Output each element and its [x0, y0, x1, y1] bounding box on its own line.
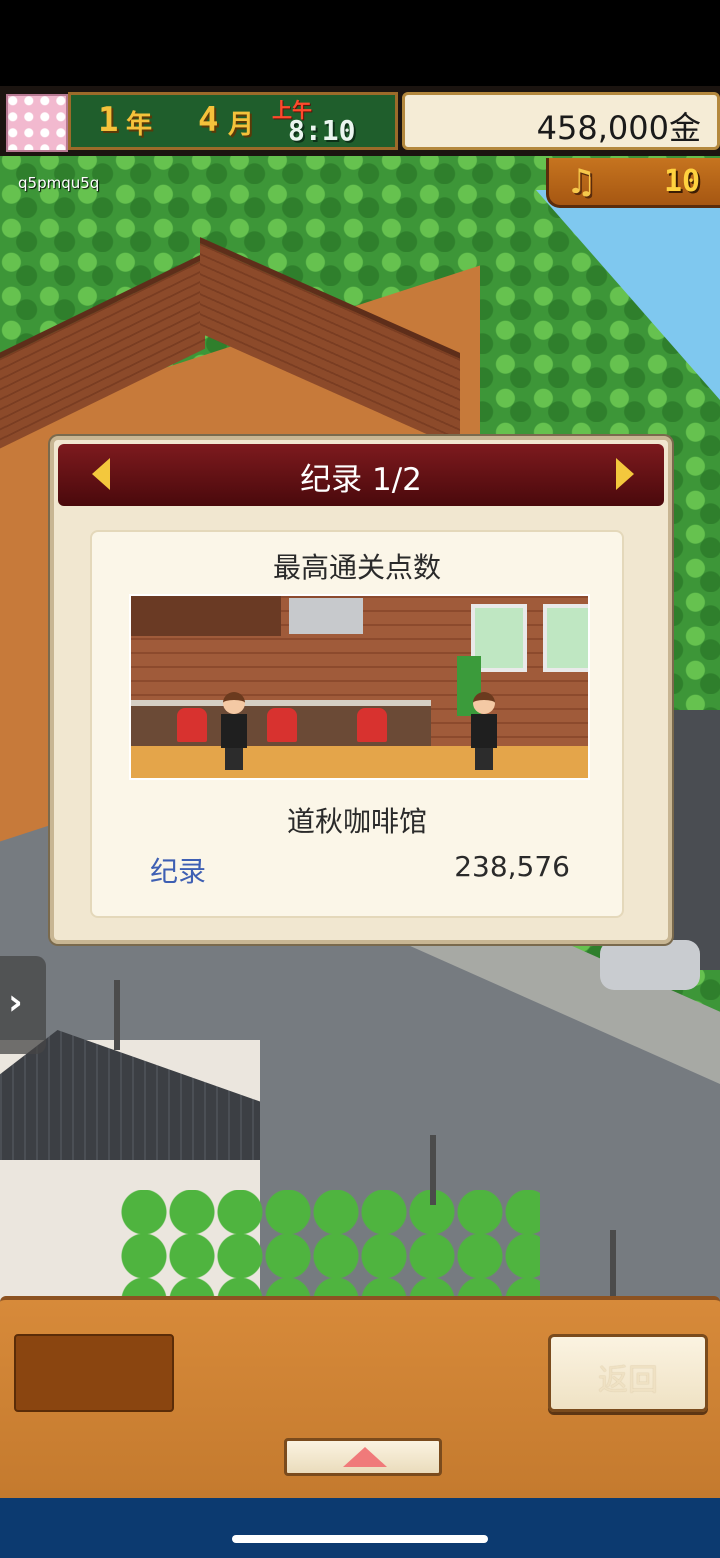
year-number: 1	[98, 100, 119, 140]
back-button-label: 返回	[598, 1363, 658, 1398]
avatar[interactable]	[6, 94, 68, 152]
floor	[131, 746, 588, 778]
stool	[267, 708, 297, 742]
month-unit: 月	[228, 110, 255, 140]
expand-button[interactable]	[284, 1438, 442, 1476]
clock: 8:10	[288, 114, 356, 147]
staff-character	[217, 692, 251, 770]
cafe-scene-image	[129, 594, 590, 780]
customer-character	[467, 692, 501, 770]
year-unit: 年	[126, 110, 153, 140]
back-button[interactable]: 返回	[548, 1334, 708, 1412]
music-note-icon: ♫	[566, 162, 597, 202]
money-value: 458,000金	[536, 109, 701, 147]
street-lamp	[114, 980, 120, 1050]
shelf	[131, 596, 281, 636]
music-count: 10	[664, 164, 701, 199]
game-screen: 1 年 4 月 上午 8:10 458,000金 ♫ 10 q5pmqu5q 纪…	[0, 0, 720, 1558]
arrow-left-icon[interactable]	[92, 458, 110, 490]
dialog-title: 纪录 1/2	[300, 462, 422, 498]
stool	[357, 708, 387, 742]
record-label: 纪录	[150, 855, 207, 888]
window	[543, 604, 588, 672]
street-lamp	[610, 1230, 616, 1300]
month-number: 4	[198, 100, 219, 140]
system-nav-bar	[0, 1498, 720, 1558]
tree-row	[120, 1190, 540, 1310]
chevron-right-icon: ›	[8, 982, 23, 1023]
stool	[177, 708, 207, 742]
cafe-name: 道秋咖啡馆	[286, 805, 427, 838]
user-id: q5pmqu5q	[18, 174, 100, 192]
vent	[289, 598, 363, 634]
record-value: 238,576	[454, 850, 570, 883]
arrow-right-icon[interactable]	[616, 458, 634, 490]
home-indicator[interactable]	[232, 1535, 488, 1543]
building-right	[670, 710, 720, 970]
money-display: 458,000金	[402, 92, 720, 150]
street-lamp	[430, 1135, 436, 1205]
parked-car	[600, 940, 700, 990]
triangle-up-icon	[343, 1447, 387, 1467]
side-menu-tab[interactable]: ›	[0, 956, 46, 1054]
bottom-slot	[14, 1334, 174, 1412]
record-category: 最高通关点数	[272, 551, 441, 584]
